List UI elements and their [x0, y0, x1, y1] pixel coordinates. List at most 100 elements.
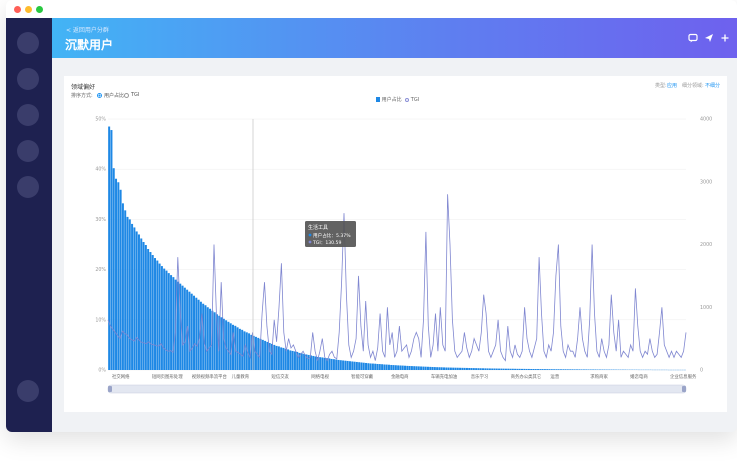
share-bar[interactable] — [147, 249, 150, 370]
share-bar[interactable] — [578, 369, 581, 370]
share-bar[interactable] — [532, 368, 535, 370]
share-bar[interactable] — [392, 365, 395, 370]
share-bar[interactable] — [461, 367, 464, 370]
share-bar[interactable] — [156, 260, 159, 370]
share-bar[interactable] — [170, 275, 173, 370]
share-bar[interactable] — [128, 219, 131, 370]
share-bar[interactable] — [126, 216, 129, 370]
share-bar[interactable] — [287, 349, 290, 370]
share-bar[interactable] — [261, 339, 264, 370]
share-bar[interactable] — [167, 273, 170, 370]
share-bar[interactable] — [585, 369, 588, 370]
share-bar[interactable] — [209, 308, 212, 370]
share-bar[interactable] — [539, 369, 542, 370]
share-bar[interactable] — [502, 368, 505, 370]
share-bar[interactable] — [319, 357, 322, 370]
share-bar[interactable] — [277, 346, 280, 370]
share-bar[interactable] — [119, 189, 122, 370]
share-bar[interactable] — [133, 227, 136, 370]
share-bar[interactable] — [385, 364, 388, 370]
share-bar[interactable] — [548, 369, 551, 370]
share-bar[interactable] — [289, 350, 292, 370]
share-bar[interactable] — [470, 368, 473, 370]
share-bar[interactable] — [131, 223, 134, 370]
share-bar[interactable] — [291, 350, 294, 370]
share-bar[interactable] — [495, 368, 498, 370]
maximize-window-dot[interactable] — [36, 6, 43, 13]
share-bar[interactable] — [431, 366, 434, 370]
share-bar[interactable] — [112, 168, 115, 370]
share-bar[interactable] — [367, 363, 370, 370]
share-bar[interactable] — [500, 368, 503, 370]
share-bar[interactable] — [550, 369, 553, 370]
share-bar[interactable] — [344, 360, 347, 370]
share-bar[interactable] — [571, 369, 574, 370]
share-bar[interactable] — [592, 369, 595, 370]
share-bar[interactable] — [371, 363, 374, 370]
share-bar[interactable] — [422, 366, 425, 370]
share-bar[interactable] — [569, 369, 572, 370]
share-bar[interactable] — [530, 368, 533, 370]
share-bar[interactable] — [312, 355, 315, 370]
share-bar[interactable] — [213, 312, 216, 370]
share-bar[interactable] — [140, 238, 143, 370]
share-bar[interactable] — [511, 368, 514, 370]
share-bar[interactable] — [417, 366, 420, 370]
share-bar[interactable] — [463, 367, 466, 370]
share-bar[interactable] — [190, 293, 193, 370]
share-bar[interactable] — [314, 356, 317, 370]
share-bar[interactable] — [452, 367, 455, 370]
share-bar[interactable] — [399, 365, 402, 370]
share-bar[interactable] — [204, 305, 207, 370]
share-bar[interactable] — [323, 357, 326, 370]
zoom-handle-right[interactable] — [682, 386, 686, 392]
share-bar[interactable] — [424, 366, 427, 370]
share-bar[interactable] — [415, 366, 418, 370]
share-bar[interactable] — [351, 361, 354, 370]
share-bar[interactable] — [406, 365, 409, 370]
share-bar[interactable] — [537, 369, 540, 370]
share-bar[interactable] — [158, 263, 161, 370]
share-bar[interactable] — [160, 266, 163, 370]
share-bar[interactable] — [433, 367, 436, 370]
share-bar[interactable] — [266, 341, 269, 370]
share-bar[interactable] — [488, 368, 491, 370]
share-bar[interactable] — [564, 369, 567, 370]
share-bar[interactable] — [456, 367, 459, 370]
sidebar-nav-icon-3[interactable] — [17, 104, 39, 126]
share-bar[interactable] — [484, 368, 487, 370]
message-icon[interactable] — [688, 33, 698, 43]
share-bar[interactable] — [355, 361, 358, 370]
share-bar[interactable] — [477, 368, 480, 370]
share-bar[interactable] — [332, 359, 335, 370]
share-bar[interactable] — [163, 268, 166, 370]
share-bar[interactable] — [576, 369, 579, 370]
share-bar[interactable] — [420, 366, 423, 370]
share-bar[interactable] — [199, 301, 202, 370]
share-bar[interactable] — [438, 367, 441, 370]
share-bar[interactable] — [151, 255, 154, 370]
sidebar-nav-icon-5[interactable] — [17, 176, 39, 198]
share-bar[interactable] — [573, 369, 576, 370]
share-bar[interactable] — [348, 361, 351, 370]
share-bar[interactable] — [300, 353, 303, 370]
sidebar-nav-icon-1[interactable] — [17, 32, 39, 54]
share-bar[interactable] — [394, 365, 397, 370]
sidebar-avatar[interactable] — [17, 380, 39, 402]
share-bar[interactable] — [387, 364, 390, 370]
share-bar[interactable] — [468, 367, 471, 370]
share-bar[interactable] — [369, 363, 372, 370]
share-bar[interactable] — [257, 337, 260, 370]
share-bar[interactable] — [546, 369, 549, 370]
sidebar-nav-icon-2[interactable] — [17, 68, 39, 90]
share-bar[interactable] — [404, 365, 407, 370]
share-bar[interactable] — [135, 231, 138, 370]
share-bar[interactable] — [358, 362, 361, 370]
share-bar[interactable] — [381, 364, 384, 370]
share-bar[interactable] — [280, 347, 283, 370]
share-bar[interactable] — [504, 368, 507, 370]
zoom-slider[interactable] — [107, 384, 687, 394]
share-bar[interactable] — [236, 327, 239, 370]
share-bar[interactable] — [426, 366, 429, 370]
share-bar[interactable] — [232, 324, 235, 370]
